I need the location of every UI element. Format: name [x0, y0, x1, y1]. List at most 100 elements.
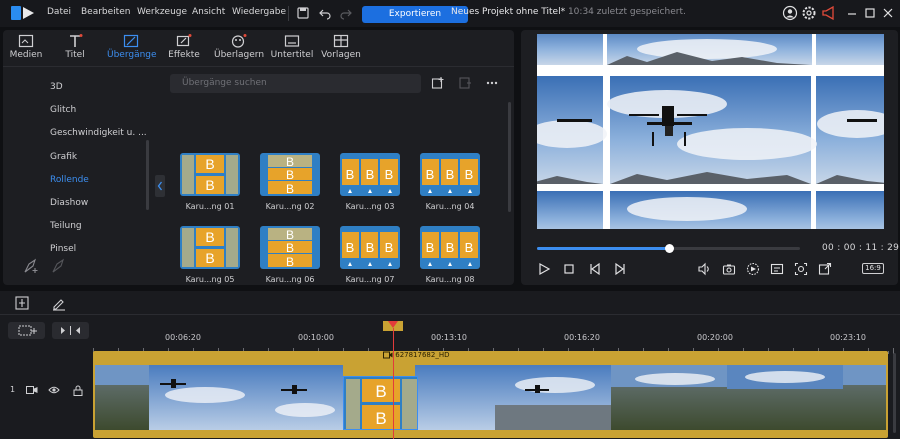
app-logo-icon [10, 4, 36, 22]
timeline-arrange-icon[interactable] [14, 295, 30, 314]
menu-playback[interactable]: Wiedergabe [232, 7, 286, 17]
tab-subtitles[interactable]: Untertitel [267, 34, 317, 60]
svg-text:B: B [286, 228, 294, 242]
preview-video [537, 34, 884, 229]
pen-tool-icon[interactable] [51, 295, 67, 314]
aspect-ratio-button[interactable]: 16:9 [862, 263, 884, 274]
video-clip[interactable]: 627817682_HD [93, 351, 888, 438]
remove-favorite-icon[interactable] [51, 258, 67, 277]
tab-templates[interactable]: Vorlagen [318, 34, 364, 60]
svg-text:B: B [366, 240, 375, 255]
playback-progress-track[interactable] [537, 244, 800, 253]
timeline-transition[interactable]: BB [343, 376, 418, 430]
transition-thumbnail[interactable]: BB [180, 153, 240, 196]
detach-preview-icon[interactable] [818, 262, 832, 279]
stop-icon[interactable] [562, 262, 576, 279]
ruler-label: 00:16:20 [564, 333, 600, 342]
quality-icon[interactable] [746, 262, 760, 279]
megaphone-icon[interactable] [821, 5, 837, 21]
transition-thumbnail[interactable]: BBB [340, 153, 400, 196]
tab-label: Untertitel [270, 50, 314, 60]
category-item[interactable]: Diashow [50, 198, 88, 208]
svg-text:B: B [465, 240, 474, 255]
volume-icon[interactable] [697, 262, 711, 279]
more-options-icon[interactable] [485, 76, 499, 93]
lock-icon[interactable] [72, 385, 84, 399]
category-item-selected[interactable]: Rollende [50, 175, 89, 185]
tab-titles[interactable]: Titel [52, 34, 98, 60]
category-item[interactable]: Glitch [50, 105, 76, 115]
transition-label: Karu...ng 06 [265, 275, 315, 284]
subtitle-toggle-icon[interactable] [770, 262, 784, 279]
ruler-label: 00:06:20 [165, 333, 201, 342]
add-favorite-icon[interactable] [23, 258, 39, 277]
transition-label: Karu...ng 08 [425, 275, 475, 284]
playback-scrubber[interactable] [664, 244, 674, 253]
overlay-icon [231, 34, 247, 48]
menu-divider [288, 6, 289, 21]
svg-text:B: B [346, 167, 355, 182]
ruler-label: 00:13:10 [431, 333, 467, 342]
category-item[interactable]: 3D [50, 82, 63, 92]
svg-text:B: B [426, 240, 435, 255]
maximize-icon[interactable] [863, 6, 879, 22]
subtitle-icon [284, 35, 300, 47]
menu-edit[interactable]: Bearbeiten [81, 7, 130, 17]
video-track-icon [26, 385, 38, 398]
previous-frame-icon[interactable] [588, 262, 602, 279]
tab-overlays[interactable]: Überlagern [214, 34, 264, 60]
svg-text:B: B [286, 182, 294, 196]
svg-text:B: B [286, 155, 294, 169]
transition-thumbnail[interactable]: BBB [340, 226, 400, 269]
account-icon[interactable] [782, 5, 798, 21]
timecode-display: 00 : 00 : 11 : 29 [822, 243, 900, 253]
app-window: Datei Bearbeiten Werkzeuge Ansicht Wiede… [0, 0, 900, 439]
timeline-scrollbar[interactable] [893, 353, 896, 433]
next-frame-icon[interactable] [613, 262, 627, 279]
svg-text:B: B [205, 177, 214, 193]
minimize-icon[interactable] [845, 6, 861, 22]
category-scrollbar[interactable] [146, 140, 149, 210]
transition-label: Karu...ng 01 [185, 202, 235, 211]
category-item[interactable]: Geschwindigkeit u. ... [50, 128, 147, 138]
play-icon[interactable] [537, 262, 551, 279]
save-icon[interactable] [296, 6, 310, 20]
svg-text:B: B [426, 167, 435, 182]
svg-text:B: B [205, 156, 214, 172]
track-number: 1 [10, 385, 16, 394]
menu-tools[interactable]: Werkzeuge [137, 7, 187, 17]
tab-label: Übergänge [107, 50, 157, 60]
tab-effects[interactable]: Effekte [161, 34, 207, 60]
close-icon[interactable] [881, 6, 897, 22]
preview-panel: 00 : 00 : 11 : 29 16:9 [521, 30, 900, 285]
transition-label: Karu...ng 05 [185, 275, 235, 284]
preview-frame [537, 34, 884, 229]
import-icon[interactable] [431, 76, 445, 93]
transition-thumbnail[interactable]: BBB [260, 226, 320, 269]
undo-icon[interactable] [318, 6, 332, 20]
category-item[interactable]: Teilung [50, 221, 82, 231]
category-item[interactable]: Grafik [50, 152, 77, 162]
grid-scrollbar[interactable] [508, 102, 511, 212]
transition-thumbnail[interactable]: BBB [420, 153, 480, 196]
tab-transitions[interactable]: Übergänge [107, 34, 157, 60]
tab-label: Titel [65, 50, 85, 60]
transition-thumbnail[interactable]: BBB [260, 153, 320, 196]
tab-media[interactable]: Medien [3, 34, 49, 60]
menu-file[interactable]: Datei [47, 7, 71, 17]
search-input[interactable]: Übergänge suchen [170, 74, 421, 93]
settings-icon[interactable] [801, 5, 817, 21]
add-track-button[interactable] [8, 322, 45, 339]
redo-icon[interactable] [339, 6, 353, 20]
zoom-fit-icon[interactable] [794, 262, 808, 279]
visibility-icon[interactable] [48, 385, 60, 398]
transition-thumbnail[interactable]: BBB [420, 226, 480, 269]
snapshot-icon[interactable] [722, 262, 736, 279]
svg-text:B: B [446, 240, 455, 255]
transition-thumbnail[interactable]: BB [180, 226, 240, 269]
export-template-icon[interactable] [458, 76, 472, 93]
snap-button[interactable] [52, 322, 89, 339]
menu-view[interactable]: Ansicht [192, 7, 225, 17]
category-item[interactable]: Pinsel [50, 244, 76, 252]
category-clip: Pinsel [3, 238, 148, 252]
